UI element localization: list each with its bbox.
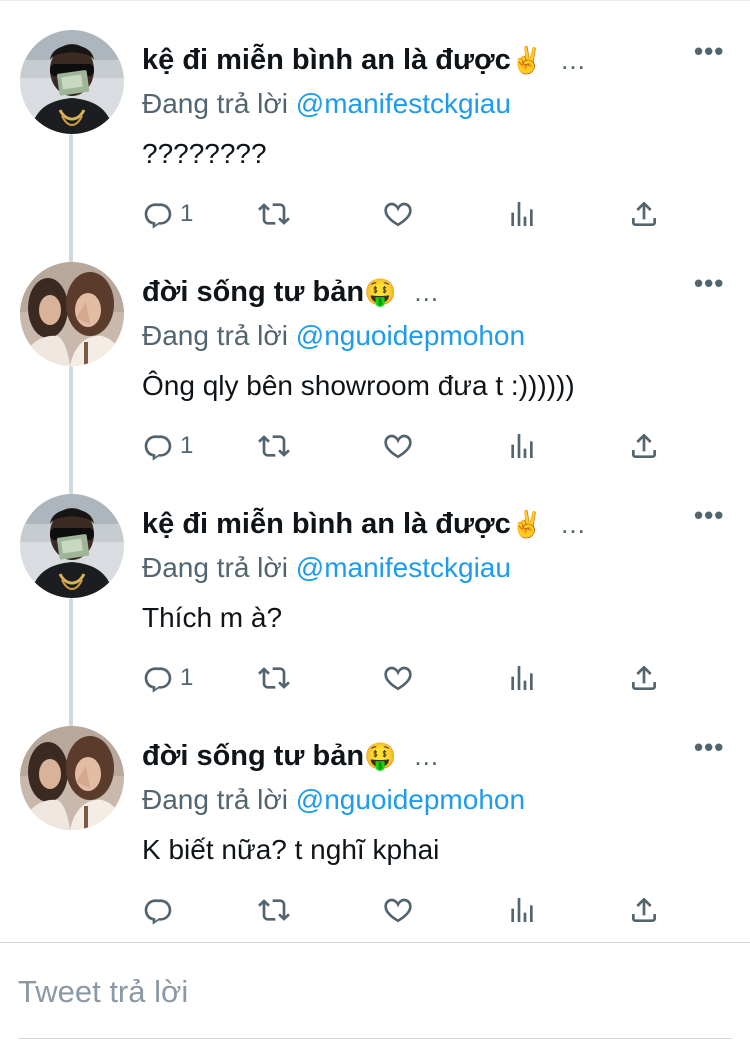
avatar[interactable] <box>20 30 124 134</box>
reply-icon <box>142 198 174 230</box>
reply-count: 1 <box>180 432 194 459</box>
replying-to: Đang trả lời @nguoidepmohon <box>142 318 525 354</box>
like-icon <box>382 662 414 694</box>
author-name-text: kệ đi miễn bình an là được <box>142 508 511 540</box>
mention-link[interactable]: @manifestckgiau <box>296 552 511 583</box>
share-icon <box>628 894 660 926</box>
truncation-dots: ... <box>561 45 586 75</box>
author-name-text: kệ đi miễn bình an là được <box>142 44 511 76</box>
action-bar: 1 <box>142 428 682 464</box>
action-bar: 1 <box>142 660 682 696</box>
tweet[interactable]: kệ đi miễn bình an là được✌️... ••• Đang… <box>0 0 750 232</box>
reply-button[interactable]: 1 <box>142 660 193 696</box>
like-icon <box>382 430 414 462</box>
author-name-text: đời sống tư bản <box>142 740 365 772</box>
reply-composer-input[interactable]: Tweet trả lời <box>18 972 188 1012</box>
share-icon <box>628 662 660 694</box>
retweet-button[interactable] <box>258 428 290 464</box>
avatar[interactable] <box>20 726 124 830</box>
like-button[interactable] <box>382 892 414 928</box>
stats-icon <box>506 662 538 694</box>
retweet-icon <box>258 430 290 462</box>
share-button[interactable] <box>628 196 660 232</box>
avatar[interactable] <box>20 262 124 366</box>
replying-to: Đang trả lời @manifestckgiau <box>142 86 511 122</box>
stats-button[interactable] <box>506 428 538 464</box>
stats-button[interactable] <box>506 196 538 232</box>
like-button[interactable] <box>382 660 414 696</box>
author-emoji: 🤑 <box>364 742 397 772</box>
retweet-button[interactable] <box>258 196 290 232</box>
stats-button[interactable] <box>506 892 538 928</box>
action-bar <box>142 892 682 928</box>
replying-to: Đang trả lời @nguoidepmohon <box>142 782 525 818</box>
author-emoji: ✌️ <box>510 510 544 540</box>
retweet-button[interactable] <box>258 892 290 928</box>
tweet-text: K biết nữa? t nghĩ kphai <box>142 834 440 865</box>
share-button[interactable] <box>628 428 660 464</box>
truncation-dots: ... <box>414 277 440 307</box>
stats-icon <box>506 198 538 230</box>
reply-count: 1 <box>180 664 194 691</box>
more-icon[interactable]: ••• <box>694 270 724 298</box>
reply-icon <box>142 430 174 462</box>
like-button[interactable] <box>382 196 414 232</box>
more-icon[interactable]: ••• <box>694 502 724 530</box>
reply-icon <box>142 894 174 926</box>
replying-prefix: Đang trả lời <box>142 88 288 119</box>
reply-icon <box>142 662 174 694</box>
tweet[interactable]: đời sống tư bản🤑... ••• Đang trả lời @ng… <box>0 232 750 464</box>
author-name-text: đời sống tư bản <box>142 276 365 308</box>
composer-divider <box>0 942 750 943</box>
retweet-button[interactable] <box>258 660 290 696</box>
mention-link[interactable]: @manifestckgiau <box>296 88 511 119</box>
replying-to: Đang trả lời @manifestckgiau <box>142 550 511 586</box>
like-button[interactable] <box>382 428 414 464</box>
stats-icon <box>506 430 538 462</box>
author-name[interactable]: đời sống tư bản🤑... <box>142 274 439 311</box>
reply-count: 1 <box>180 200 194 227</box>
avatar[interactable] <box>20 494 124 598</box>
like-icon <box>382 894 414 926</box>
reply-button[interactable] <box>142 892 180 928</box>
author-name[interactable]: kệ đi miễn bình an là được✌️... <box>142 42 586 79</box>
composer-underline <box>18 1038 732 1039</box>
replying-prefix: Đang trả lời <box>142 320 288 351</box>
tweet[interactable]: kệ đi miễn bình an là được✌️... ••• Đang… <box>0 464 750 696</box>
action-bar: 1 <box>142 196 682 232</box>
tweet-text: Thích m à? <box>142 602 283 633</box>
truncation-dots: ... <box>561 509 586 539</box>
reply-button[interactable]: 1 <box>142 196 193 232</box>
more-icon[interactable]: ••• <box>694 734 724 762</box>
tweet[interactable]: đời sống tư bản🤑... ••• Đang trả lời @ng… <box>0 696 750 928</box>
retweet-icon <box>258 662 290 694</box>
reply-button[interactable]: 1 <box>142 428 193 464</box>
author-name[interactable]: đời sống tư bản🤑... <box>142 738 439 775</box>
tweet-text: ???????? <box>142 138 267 169</box>
author-emoji: ✌️ <box>510 46 544 76</box>
more-icon[interactable]: ••• <box>694 38 724 66</box>
share-icon <box>628 430 660 462</box>
share-icon <box>628 198 660 230</box>
replying-prefix: Đang trả lời <box>142 552 288 583</box>
mention-link[interactable]: @nguoidepmohon <box>296 784 525 815</box>
mention-link[interactable]: @nguoidepmohon <box>296 320 525 351</box>
author-emoji: 🤑 <box>364 278 397 308</box>
like-icon <box>382 198 414 230</box>
retweet-icon <box>258 894 290 926</box>
stats-icon <box>506 894 538 926</box>
share-button[interactable] <box>628 660 660 696</box>
share-button[interactable] <box>628 892 660 928</box>
replying-prefix: Đang trả lời <box>142 784 288 815</box>
author-name[interactable]: kệ đi miễn bình an là được✌️... <box>142 506 586 543</box>
truncation-dots: ... <box>414 741 440 771</box>
tweet-text: Ông qly bên showroom đưa t :)))))) <box>142 370 575 401</box>
retweet-icon <box>258 198 290 230</box>
stats-button[interactable] <box>506 660 538 696</box>
